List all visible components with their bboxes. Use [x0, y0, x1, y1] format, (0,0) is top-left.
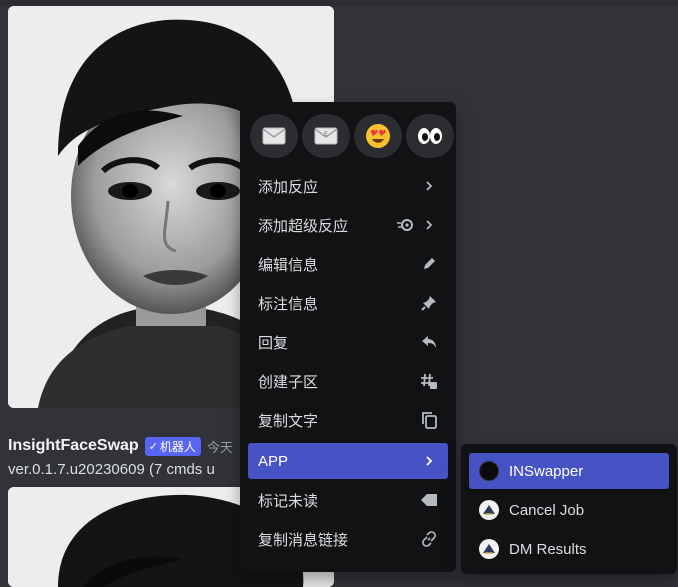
menu-item-label: 标注信息 — [258, 295, 319, 313]
chevron-right-icon — [420, 177, 438, 195]
menu-item-label: 添加超级反应 — [258, 217, 349, 235]
unread-tag-icon — [420, 491, 438, 509]
menu-item-label: 创建子区 — [258, 373, 319, 391]
thread-icon — [420, 372, 438, 390]
message-text: ver.0.1.7.u20230609 (7 cmds u — [8, 461, 215, 478]
submenu-item-label: INSwapper — [509, 462, 584, 480]
eyes-icon — [418, 128, 442, 144]
menu-item-apps[interactable]: APP — [248, 443, 448, 479]
heart-eyes-icon — [366, 124, 390, 148]
inswapper-avatar-icon — [479, 461, 499, 481]
verified-check-icon: ✓ — [148, 440, 158, 453]
chevron-right-icon — [420, 216, 438, 234]
submenu-item-dm-results[interactable]: DM Results — [469, 531, 669, 567]
svg-text:E: E — [324, 131, 328, 138]
menu-item-edit-message[interactable]: 编辑信息 — [248, 246, 448, 282]
menu-item-add-reaction[interactable]: 添加反应 — [248, 168, 448, 204]
copy-icon — [420, 411, 438, 429]
reply-icon — [420, 333, 438, 351]
incoming-envelope-icon: E — [314, 127, 338, 145]
super-reaction-icon — [396, 216, 414, 234]
app-avatar-icon — [479, 539, 499, 559]
menu-item-label: 复制消息链接 — [258, 531, 349, 549]
menu-item-label: 回复 — [258, 334, 289, 352]
reaction-heart-eyes-button[interactable] — [354, 114, 402, 158]
message-timestamp: 今天 — [206, 439, 233, 455]
menu-item-add-super-reaction[interactable]: 添加超级反应 — [248, 207, 448, 243]
menu-item-reply[interactable]: 回复 — [248, 324, 448, 360]
envelope-icon — [262, 127, 286, 145]
menu-item-label: 复制文字 — [258, 412, 319, 430]
quick-reactions: E — [250, 114, 454, 158]
menu-item-copy-message-link[interactable]: 复制消息链接 — [248, 521, 448, 557]
menu-item-label: 编辑信息 — [258, 256, 319, 274]
app-avatar-icon — [479, 500, 499, 520]
pin-icon — [420, 294, 438, 312]
reaction-envelope-button[interactable] — [250, 114, 298, 158]
menu-item-mark-unread[interactable]: 标记未读 — [248, 482, 448, 518]
pencil-icon — [420, 255, 438, 273]
message-context-menu: E 添加反应 添加超级反应 编辑信息 标注信息 回复 创建子区 复制文字 APP… — [240, 102, 456, 572]
message-header: InsightFaceSwap ✓ 机器人 今天 — [8, 436, 233, 456]
reaction-eyes-button[interactable] — [406, 114, 454, 158]
apps-submenu: INSwapper Cancel Job DM Results — [461, 444, 677, 574]
menu-item-label: APP — [258, 452, 289, 470]
submenu-item-label: DM Results — [509, 540, 587, 558]
chevron-right-icon — [420, 452, 438, 470]
menu-item-label: 添加反应 — [258, 178, 319, 196]
submenu-item-cancel-job[interactable]: Cancel Job — [469, 492, 669, 528]
bot-badge: ✓ 机器人 — [144, 436, 201, 456]
submenu-item-label: Cancel Job — [509, 501, 585, 519]
menu-item-label: 标记未读 — [258, 492, 319, 510]
reaction-incoming-envelope-button[interactable]: E — [302, 114, 350, 158]
username[interactable]: InsightFaceSwap — [8, 437, 139, 455]
menu-item-create-thread[interactable]: 创建子区 — [248, 363, 448, 399]
link-icon — [420, 530, 438, 548]
submenu-item-inswapper[interactable]: INSwapper — [469, 453, 669, 489]
bot-badge-label: 机器人 — [159, 439, 196, 454]
menu-item-copy-text[interactable]: 复制文字 — [248, 402, 448, 438]
menu-item-pin-message[interactable]: 标注信息 — [248, 285, 448, 321]
